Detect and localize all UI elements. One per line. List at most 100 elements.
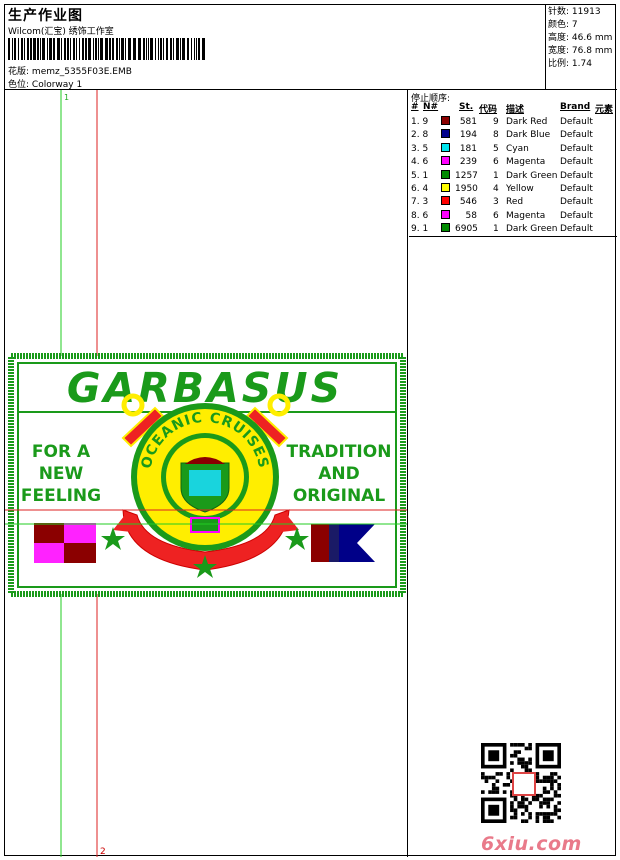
stop-row: 5. 1 1257 1 Dark Green Default	[409, 169, 617, 183]
row-desc: Yellow	[506, 183, 534, 194]
row-code: 1	[493, 224, 499, 235]
row-index: 8. 6	[411, 210, 429, 221]
stop-row: 3. 5 181 5 Cyan Default	[409, 142, 617, 156]
left-flag-icon	[34, 523, 96, 563]
row-index: 5. 1	[411, 170, 429, 181]
stat-width: 宽度: 76.8 mm	[548, 46, 613, 56]
row-stitches: 181	[459, 143, 477, 154]
stop-sequence-panel: 停止顺序: # N# St. 代码 描述 Brand 元素 1. 9 581 9 Da…	[409, 90, 617, 237]
stop-row: 2. 8 194 8 Dark Blue Default	[409, 129, 617, 142]
row-index: 4. 6	[411, 157, 429, 168]
right-line-2: AND	[318, 464, 360, 484]
row-desc: Dark Green	[506, 224, 558, 235]
stop-row: 4. 6 239 6 Magenta Default	[409, 156, 617, 169]
col-element: 元素	[595, 105, 614, 115]
barcode	[8, 38, 205, 60]
row-index: 6. 4	[411, 183, 429, 194]
stop-row: 1. 9 581 9 Dark Red Default	[409, 116, 617, 129]
color-swatch	[441, 142, 450, 152]
row-stitches: 58	[465, 210, 477, 221]
row-brand: Default	[560, 117, 593, 127]
row-desc: Cyan	[506, 143, 529, 154]
color-swatch	[441, 169, 450, 179]
row-brand: Default	[560, 170, 593, 181]
stat-scale: 比例: 1.74	[548, 59, 592, 69]
row-brand: Default	[560, 183, 593, 194]
row-stitches: 581	[459, 117, 477, 127]
col-brand: Brand	[560, 102, 591, 112]
stat-stitches: 针数: 11913	[548, 7, 601, 17]
row-desc: Dark Green	[506, 170, 558, 181]
qr-code	[481, 743, 561, 823]
row-brand: Default	[560, 210, 593, 221]
design-value: memz_5355F03E.EMB	[31, 67, 132, 77]
row-code: 8	[493, 130, 499, 141]
left-line-1: FOR A	[32, 442, 91, 462]
header-info: 生产作业图 Wilcom(汇宝) 绣饰工作室 花版: memz_5355F03E…	[5, 5, 546, 90]
shield-cyan-panel	[189, 470, 221, 496]
col-desc: 描述	[506, 105, 525, 115]
colorway-label: 色位:	[8, 80, 30, 90]
design-label: 花版:	[8, 67, 30, 77]
row-stitches: 6905	[455, 224, 478, 235]
design-name: 花版: memz_5355F03E.EMB	[8, 64, 132, 77]
col-code: 代码	[479, 105, 498, 115]
color-swatch	[441, 116, 450, 125]
header: 生产作业图 Wilcom(汇宝) 绣饰工作室 花版: memz_5355F03E…	[5, 5, 617, 90]
design-canvas[interactable]: 1 2 GARBASUS FOR A NEW FEELING TRADITION…	[5, 90, 408, 857]
stop-row: 6. 4 1950 4 Yellow Default	[409, 182, 617, 196]
stop-sequence-header: # N# St. 代码 描述 Brand 元素	[409, 102, 617, 115]
stop-row: 8. 6 58 6 Magenta Default	[409, 209, 617, 223]
left-line-3: FEELING	[21, 486, 101, 506]
emblem-plate	[190, 517, 220, 533]
col-stitches: St.	[459, 102, 474, 112]
guide-label-2: 2	[100, 847, 106, 857]
colorway-value: Colorway 1	[31, 80, 83, 90]
colorway: 色位: Colorway 1	[8, 77, 82, 90]
row-code: 6	[493, 210, 499, 221]
production-sheet: 生产作业图 Wilcom(汇宝) 绣饰工作室 花版: memz_5355F03E…	[4, 4, 617, 857]
color-swatch	[441, 196, 450, 206]
row-code: 9	[493, 117, 499, 127]
row-code: 3	[493, 197, 499, 208]
right-line-3: ORIGINAL	[293, 486, 386, 506]
row-index: 2. 8	[411, 130, 429, 141]
stop-row: 9. 1 6905 1 Dark Green Default	[409, 223, 617, 236]
row-brand: Default	[560, 224, 593, 235]
col-needle: N#	[423, 102, 439, 112]
row-brand: Default	[560, 143, 593, 154]
row-desc: Dark Red	[506, 117, 548, 127]
left-line-2: NEW	[39, 464, 84, 484]
row-desc: Red	[506, 197, 524, 208]
row-stitches: 546	[459, 197, 477, 208]
row-stitches: 194	[459, 130, 477, 141]
row-brand: Default	[560, 130, 593, 141]
row-desc: Magenta	[506, 157, 546, 168]
stat-height: 高度: 46.6 mm	[548, 33, 613, 43]
right-line-1: TRADITION	[287, 442, 392, 462]
row-index: 1. 9	[411, 117, 429, 127]
color-swatch	[441, 209, 450, 219]
row-index: 9. 1	[411, 224, 429, 235]
design-stats: 针数: 11913 颜色: 7 高度: 46.6 mm 宽度: 76.8 mm …	[548, 6, 616, 71]
row-stitches: 239	[459, 157, 477, 168]
color-swatch	[441, 223, 450, 233]
sheet-subtitle: Wilcom(汇宝) 绣饰工作室	[8, 27, 114, 37]
row-brand: Default	[560, 157, 593, 168]
watermark-text: 6xiu.com	[481, 833, 582, 855]
sheet-title: 生产作业图	[8, 8, 83, 24]
col-index: #	[411, 102, 419, 112]
row-stitches: 1257	[455, 170, 478, 181]
row-desc: Dark Blue	[506, 130, 551, 141]
row-brand: Default	[560, 197, 593, 208]
row-code: 6	[493, 157, 499, 168]
stat-colors: 颜色: 7	[548, 20, 578, 30]
emblem: OCEANIC CRUISES	[131, 403, 279, 551]
stop-sequence-rows: 1. 9 581 9 Dark Red Default 2. 8 194 8 Dark Blue…	[409, 116, 617, 237]
row-code: 5	[493, 143, 499, 154]
patch: GARBASUS FOR A NEW FEELING TRADITION AND…	[8, 353, 406, 597]
color-swatch	[441, 182, 450, 192]
row-desc: Magenta	[506, 210, 546, 221]
embroidery-preview: 1 2 GARBASUS FOR A NEW FEELING TRADITION…	[5, 90, 407, 857]
color-swatch	[441, 129, 450, 139]
